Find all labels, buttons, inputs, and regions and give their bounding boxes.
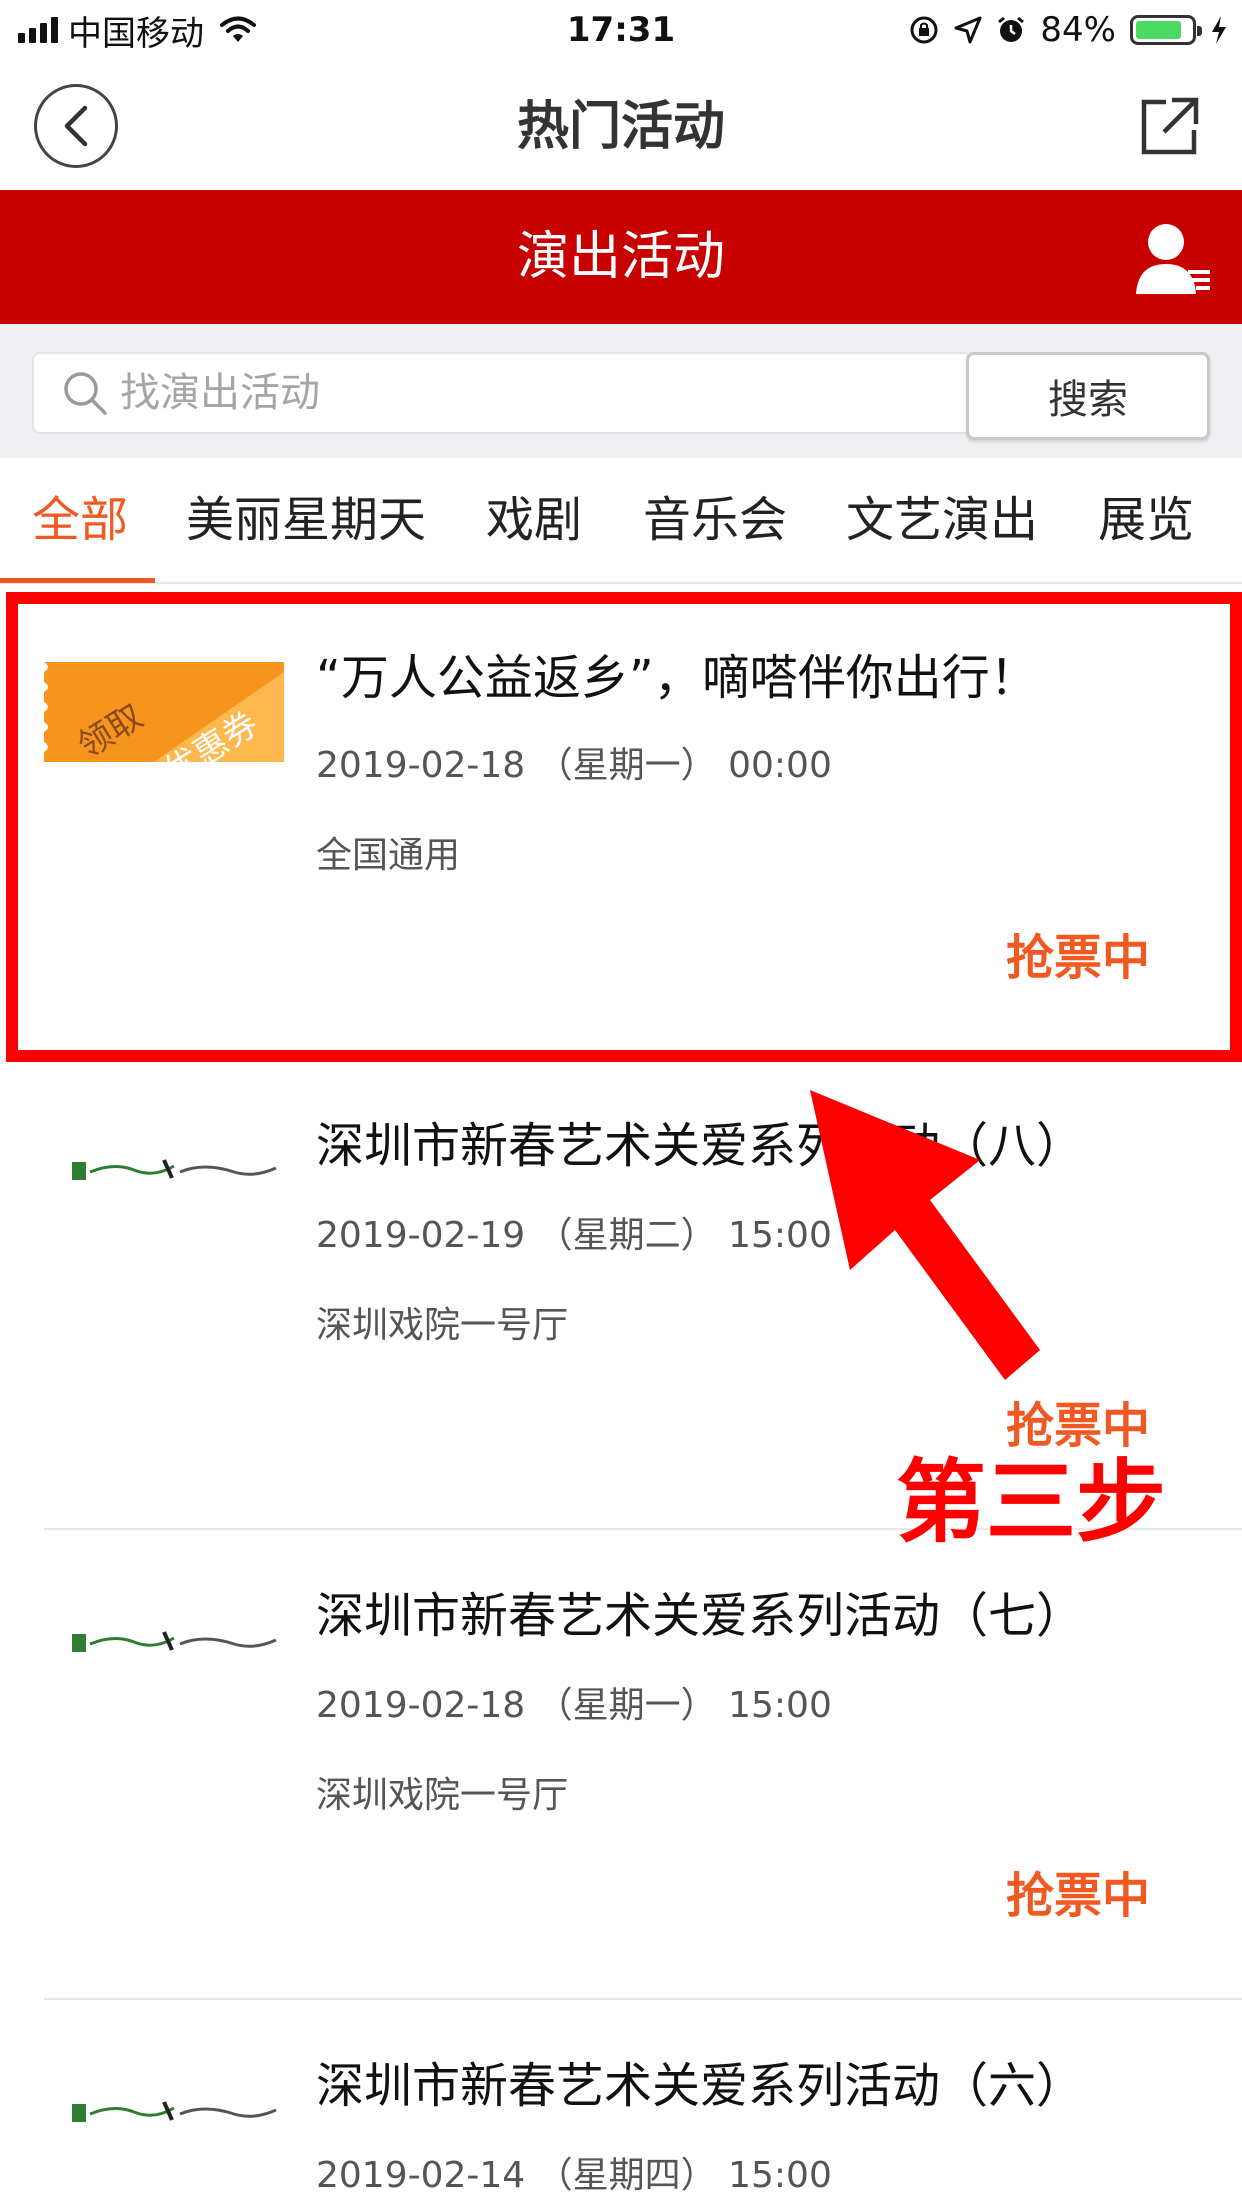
event-venue: 深圳戏院一号厅 xyxy=(316,1775,569,1816)
step-label: 第三步 xyxy=(896,1450,1166,1555)
user-icon xyxy=(1136,224,1210,294)
event-item[interactable]: 领取 优惠券 “万人公益返乡”，嘀嗒伴你出行！ 2019-02-18 （星期一）… xyxy=(0,592,1242,1062)
event-date: 2019-02-18 （星期一） 15:00 xyxy=(316,1685,832,1726)
event-title: 深圳市新春艺术关爱系列活动（八） xyxy=(316,1118,1085,1174)
status-bar-right: 84% xyxy=(908,8,1228,52)
nav-bar: 热门活动 xyxy=(0,64,1242,190)
coupon-thumbnail: 领取 优惠券 xyxy=(44,662,284,762)
theater-logo-thumbnail xyxy=(72,1631,277,1652)
event-item[interactable]: 深圳市新春艺术关爱系列活动（七） 2019-02-18 （星期一） 15:00 … xyxy=(0,1532,1242,2002)
event-status: 抢票中 xyxy=(1005,930,1150,986)
theater-logo-thumbnail xyxy=(72,2101,277,2122)
orientation-lock-icon xyxy=(910,16,938,44)
battery-icon xyxy=(1130,15,1202,45)
event-venue: 深圳戏院一号厅 xyxy=(316,1305,569,1346)
alarm-icon xyxy=(998,16,1025,42)
category-tabs: 全部 美丽星期天 戏剧 音乐会 文艺演出 展览 xyxy=(0,458,1242,584)
search-button[interactable]: 搜索 xyxy=(966,352,1210,440)
search-area: 搜索 xyxy=(0,324,1242,458)
location-icon xyxy=(954,16,982,44)
status-bar: 中国移动 17:31 84% xyxy=(0,0,1242,64)
section-title: 演出活动 xyxy=(516,227,725,287)
event-title: 深圳市新春艺术关爱系列活动（六） xyxy=(316,2058,1085,2114)
search-box xyxy=(32,352,972,434)
event-venue: 全国通用 xyxy=(316,835,461,876)
event-date: 2019-02-18 （星期一） 00:00 xyxy=(316,745,832,786)
active-tab-indicator xyxy=(0,578,155,583)
share-button[interactable] xyxy=(1138,94,1202,158)
battery-percent: 84% xyxy=(1040,10,1116,50)
event-status: 抢票中 xyxy=(1005,1868,1150,1924)
tab-beautiful-sunday[interactable]: 美丽星期天 xyxy=(186,488,426,552)
event-date: 2019-02-14 （星期四） 15:00 xyxy=(316,2155,832,2196)
user-center-button[interactable] xyxy=(1130,216,1214,300)
theater-logo-thumbnail xyxy=(72,1159,277,1180)
event-item[interactable]: 深圳市新春艺术关爱系列活动（六） 2019-02-14 （星期四） 15:00 xyxy=(0,2002,1242,2208)
search-input[interactable] xyxy=(120,370,920,416)
tab-exhibition[interactable]: 展览 xyxy=(1098,488,1194,552)
event-date: 2019-02-19 （星期二） 15:00 xyxy=(316,1215,832,1256)
tab-all[interactable]: 全部 xyxy=(32,488,128,552)
page-title: 热门活动 xyxy=(516,97,725,157)
tab-drama[interactable]: 戏剧 xyxy=(486,488,582,552)
divider xyxy=(44,1998,1242,2000)
tab-concert[interactable]: 音乐会 xyxy=(643,488,787,552)
search-icon xyxy=(64,372,107,415)
section-header: 演出活动 xyxy=(0,190,1242,324)
share-icon xyxy=(1141,97,1199,155)
tab-performance[interactable]: 文艺演出 xyxy=(846,488,1038,552)
charging-icon xyxy=(1212,16,1226,44)
event-title: 深圳市新春艺术关爱系列活动（七） xyxy=(316,1588,1085,1644)
event-title: “万人公益返乡”，嘀嗒伴你出行！ xyxy=(316,650,1038,706)
